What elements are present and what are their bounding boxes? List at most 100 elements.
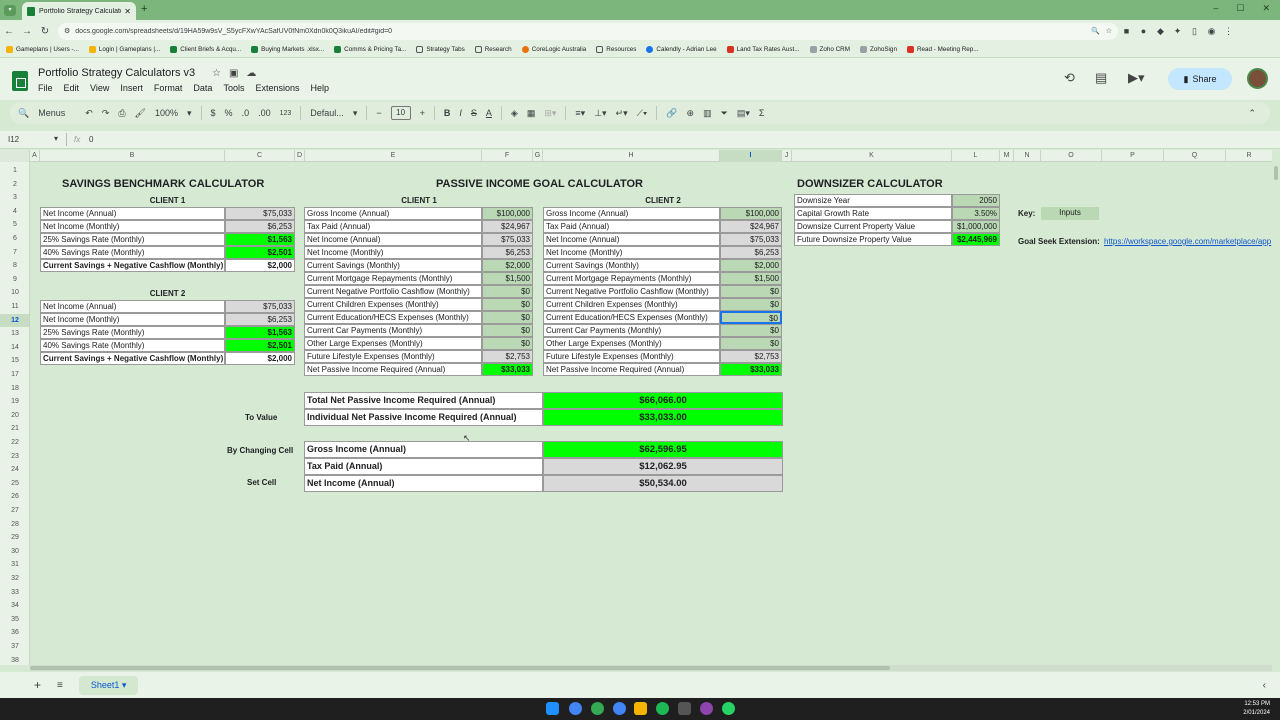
bookmark-star-icon[interactable]: ☆ — [1106, 27, 1112, 35]
passive-row-value[interactable]: $0 — [482, 298, 533, 311]
paint-format-icon[interactable]: 🖌 — [135, 108, 146, 119]
passive-row-value[interactable]: $75,033 — [720, 233, 782, 246]
downsizer-row-label[interactable]: Future Downsize Property Value — [794, 233, 952, 246]
row-header[interactable]: 13 — [0, 327, 29, 341]
sheet-tab-sheet1[interactable]: Sheet1 ▾ — [78, 675, 139, 695]
column-header[interactable]: M — [1000, 150, 1014, 162]
new-tab-icon[interactable]: + — [141, 3, 147, 15]
name-box[interactable]: I12 — [8, 135, 19, 144]
text-rotation-icon[interactable]: ⟋▾ — [637, 108, 648, 119]
passive-row-label[interactable]: Current Mortgage Repayments (Monthly) — [304, 272, 482, 285]
savings-row-value[interactable]: $1,563 — [225, 233, 295, 246]
goalseek-gross-value[interactable]: $62,596.95 — [543, 441, 783, 458]
passive-row-label[interactable]: Current Children Expenses (Monthly) — [304, 298, 482, 311]
passive-row-value[interactable]: $24,967 — [720, 220, 782, 233]
passive-row-label[interactable]: Other Large Expenses (Monthly) — [304, 337, 482, 350]
column-header[interactable]: O — [1041, 150, 1102, 162]
notion-icon[interactable] — [678, 702, 691, 715]
savings-row-label[interactable]: 40% Savings Rate (Monthly) — [40, 246, 225, 259]
search-menus-label[interactable]: Menus — [38, 108, 65, 118]
extension-icon[interactable]: ◆ — [1152, 26, 1169, 37]
row-header[interactable]: 8 — [0, 259, 29, 273]
menu-format[interactable]: Format — [154, 83, 183, 93]
row-header[interactable]: 37 — [0, 640, 29, 654]
tab-search-icon[interactable]: ▾ — [4, 5, 16, 16]
chevron-down-icon[interactable]: ▾ — [54, 134, 58, 143]
row-header[interactable]: 2 — [0, 178, 29, 192]
row-header[interactable]: 15 — [0, 354, 29, 368]
passive-row-label[interactable]: Net Income (Monthly) — [543, 246, 720, 259]
passive-row-value[interactable]: $24,967 — [482, 220, 533, 233]
passive-row-value[interactable]: $0 — [720, 298, 782, 311]
passive-row-label[interactable]: Current Children Expenses (Monthly) — [543, 298, 720, 311]
passive-row-label[interactable]: Future Lifestyle Expenses (Monthly) — [543, 350, 720, 363]
row-header[interactable]: 35 — [0, 613, 29, 627]
extension-icon[interactable]: ■ — [1118, 26, 1135, 36]
menu-insert[interactable]: Insert — [120, 83, 143, 93]
column-header[interactable]: P — [1102, 150, 1164, 162]
zoom-select[interactable]: 100% — [155, 108, 178, 118]
font-size-input[interactable]: 10 — [390, 106, 411, 120]
vertical-scroll-thumb[interactable] — [1274, 166, 1278, 180]
collapse-toolbar-icon[interactable]: ⌃ — [1248, 108, 1256, 119]
passive-row-label[interactable]: Other Large Expenses (Monthly) — [543, 337, 720, 350]
windows-start-icon[interactable] — [546, 702, 559, 715]
passive-row-value[interactable]: $6,253 — [720, 246, 782, 259]
vertical-align-icon[interactable]: ⊥▾ — [594, 108, 606, 119]
savings-row-label[interactable]: Net Income (Monthly) — [40, 313, 225, 326]
horizontal-scroll-thumb[interactable] — [30, 666, 890, 670]
row-header[interactable]: 12 — [0, 313, 29, 328]
column-header[interactable]: L — [952, 150, 1000, 162]
savings-row-label[interactable]: Current Savings + Negative Cashflow (Mon… — [40, 259, 225, 272]
row-header[interactable]: 24 — [0, 463, 29, 477]
downsizer-row-value[interactable]: 2050 — [952, 194, 1000, 207]
savings-row-value[interactable]: $6,253 — [225, 313, 295, 326]
savings-row-label[interactable]: 40% Savings Rate (Monthly) — [40, 339, 225, 352]
row-header[interactable]: 6 — [0, 232, 29, 246]
passive-row-label[interactable]: Current Savings (Monthly) — [543, 259, 720, 272]
menu-data[interactable]: Data — [193, 83, 212, 93]
insert-link-icon[interactable]: 🔗 — [666, 108, 677, 119]
row-header[interactable]: 26 — [0, 490, 29, 504]
row-header[interactable]: 34 — [0, 599, 29, 613]
passive-row-value[interactable]: $0 — [482, 324, 533, 337]
insert-comment-icon[interactable]: ⊕ — [687, 108, 695, 119]
meet-icon[interactable]: ▶▾ — [1128, 70, 1145, 86]
chrome-icon[interactable] — [569, 702, 582, 715]
chrome-icon[interactable] — [613, 702, 626, 715]
savings-row-value[interactable]: $2,000 — [225, 352, 295, 365]
column-header[interactable]: J — [782, 150, 792, 162]
back-icon[interactable]: ← — [0, 26, 18, 37]
reload-icon[interactable]: ↻ — [36, 26, 54, 37]
percent-format-button[interactable]: % — [225, 108, 233, 118]
menu-extensions[interactable]: Extensions — [255, 83, 299, 93]
passive-row-label[interactable]: Tax Paid (Annual) — [304, 220, 482, 233]
column-header[interactable]: E — [305, 150, 482, 162]
zoom-icon[interactable]: 🔍 — [1091, 27, 1100, 35]
individual-passive-label[interactable]: Individual Net Passive Income Required (… — [304, 409, 543, 426]
functions-icon[interactable]: Σ — [759, 108, 765, 118]
bookmark-folder[interactable]: Resources — [596, 46, 636, 53]
savings-row-value[interactable]: $6,253 — [225, 220, 295, 233]
row-header[interactable]: 31 — [0, 558, 29, 572]
decrease-decimal-button[interactable]: .0 — [242, 108, 250, 118]
passive-row-value[interactable]: $1,500 — [720, 272, 782, 285]
increase-font-size-icon[interactable]: + — [420, 108, 425, 118]
row-header[interactable]: 4 — [0, 205, 29, 219]
passive-row-value[interactable]: $0 — [482, 285, 533, 298]
passive-row-label[interactable]: Current Negative Portfolio Cashflow (Mon… — [543, 285, 720, 298]
column-header[interactable]: A — [30, 150, 40, 162]
row-header[interactable]: 29 — [0, 531, 29, 545]
passive-row-label[interactable]: Current Mortgage Repayments (Monthly) — [543, 272, 720, 285]
row-header[interactable]: 11 — [0, 300, 29, 314]
passive-row-value[interactable]: $2,000 — [720, 259, 782, 272]
downsizer-row-value[interactable]: $1,000,000 — [952, 220, 1000, 233]
strikethrough-icon[interactable]: S — [471, 108, 477, 118]
number-format-button[interactable]: 123 — [280, 110, 292, 117]
menu-view[interactable]: View — [90, 83, 109, 93]
bookmark-item[interactable]: ZohoSign — [859, 46, 897, 53]
bookmark-item[interactable]: Buying Markets .xlsx... — [251, 46, 324, 53]
row-header[interactable]: 18 — [0, 382, 29, 396]
whatsapp-icon[interactable] — [722, 702, 735, 715]
menu-edit[interactable]: Edit — [64, 83, 80, 93]
